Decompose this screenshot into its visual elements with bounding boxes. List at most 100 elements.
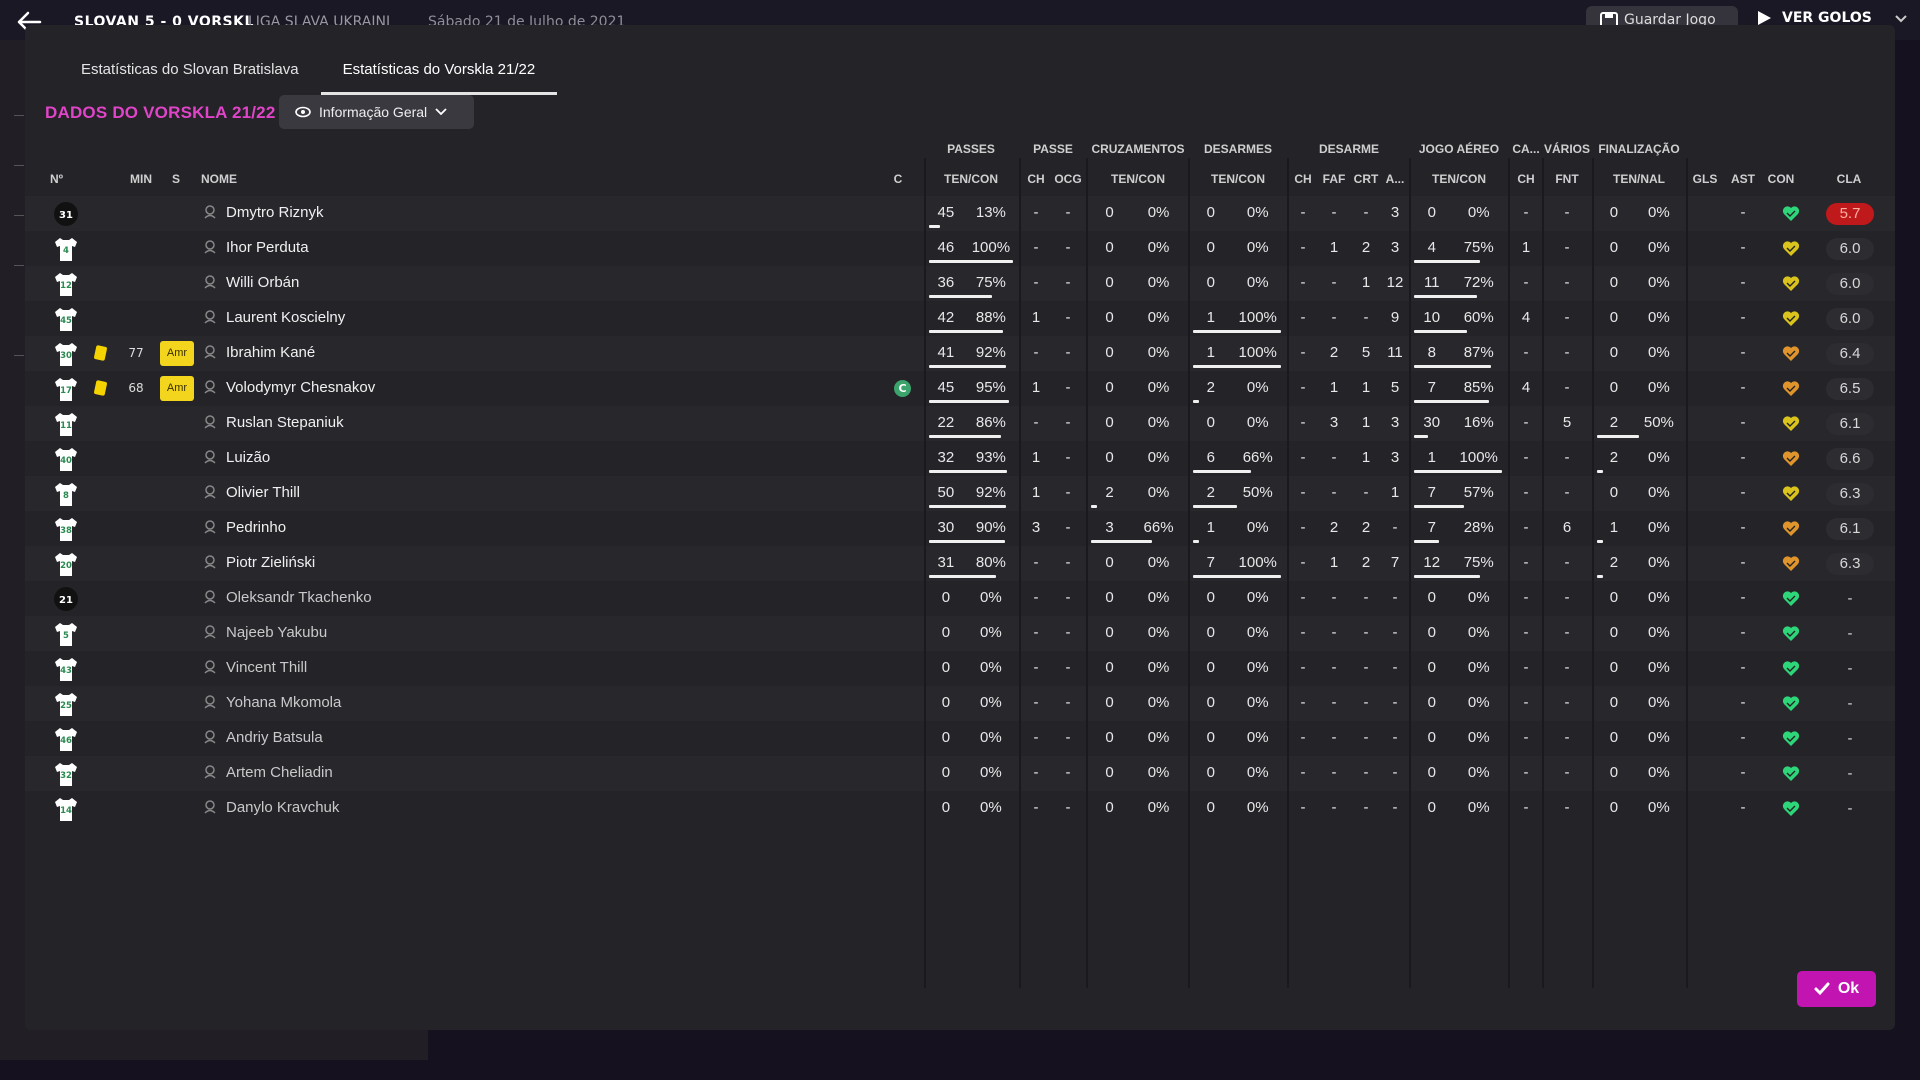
col-clearances[interactable]: A... (1381, 172, 1409, 186)
crosses-value: 3 (1105, 519, 1114, 536)
aerial-bar (1414, 435, 1429, 438)
col-name[interactable]: NOME (201, 172, 261, 186)
table-row[interactable]: 14 Danylo Kravchuk 0 0% - - 0 0% 0 0% - - - - 0 0% - - 0 0%… (25, 791, 1895, 826)
cards-ch: - (1523, 484, 1529, 501)
player-name[interactable]: Vincent Thill (226, 659, 307, 676)
table-row[interactable]: 8 Olivier Thill 50 92% 1 - 2 0% 2 50% - - - 1 7 57% - - 0 0… (25, 476, 1895, 511)
aerial-value: 0 (1427, 694, 1436, 711)
crosses-value: 0 (1105, 449, 1114, 466)
tab-vorskla-stats[interactable]: Estatísticas do Vorskla 21/22 (320, 57, 558, 95)
player-name[interactable]: Ihor Perduta (226, 239, 309, 256)
tab-slovan-stats[interactable]: Estatísticas do Slovan Bratislava (59, 57, 321, 95)
col-rating[interactable]: CLA (1825, 172, 1873, 186)
passes-bar (929, 260, 1013, 263)
check-icon (1814, 982, 1830, 996)
col-cards-ch[interactable]: CH (1509, 172, 1543, 186)
player-name[interactable]: Najeeb Yakubu (226, 624, 327, 641)
col-minutes[interactable]: MIN (121, 172, 161, 186)
col-interceptions[interactable]: CRT (1351, 172, 1381, 186)
ok-button[interactable]: Ok (1797, 971, 1876, 1007)
table-row[interactable]: 43 Vincent Thill 0 0% - - 0 0% 0 0% - - - - 0 0% - - 0 0% - - (25, 651, 1895, 686)
table-row[interactable]: 17 68 Amr Volodymyr Chesnakov C 45 95% 1-0 0% 2 0%… (25, 371, 1895, 406)
table-row[interactable]: 5 Najeeb Yakubu 0 0% - - 0 0% 0 0% - - - - 0 0% - - 0 0% - - (25, 616, 1895, 651)
table-row[interactable]: 40 Luizão 32 93% 1 - 0 0% 6 66% - - 1 3 1 100% - - 2 0% - 6.6 (25, 441, 1895, 476)
group-tackles: DESARMES (1203, 142, 1272, 156)
interceptions: 1 (1361, 379, 1371, 396)
offsides: - (1564, 449, 1570, 466)
player-name[interactable]: Danylo Kravchuk (226, 799, 339, 816)
condition-heart-icon (1782, 696, 1800, 711)
table-row[interactable]: 46 Andriy Batsula 0 0% - - 0 0% 0 0% - - - - 0 0% - - 0 0% -… (25, 721, 1895, 756)
col-sub[interactable]: S (165, 172, 187, 186)
table-row[interactable]: 21 Oleksandr Tkachenko 0 0% - - 0 0% 0 0% - - - - 0 0% -… (25, 581, 1895, 616)
table-row[interactable]: 11 Ruslan Stepaniuk 22 86% - - 0 0% 0 0% - 3 1 3 30 16%… (25, 406, 1895, 441)
finishing-value: 0 (1609, 694, 1619, 711)
table-row[interactable]: 20 Piotr Zieliński 31 80% - -0 0% 7 100% -1 2 7 12 75… (25, 546, 1895, 581)
player-name[interactable]: Laurent Koscielny (226, 309, 345, 326)
table-row[interactable]: 4 Ihor Perduta 46 100% - - 0 0% 0 0% - 1 2 3 4 75% 1 - 0 0%… (25, 231, 1895, 266)
see-goals-button[interactable]: VER GOLOS (1756, 10, 1872, 26)
col-aerial-att-comp[interactable]: TEN/CON (1410, 172, 1508, 186)
finishing-value: 0 (1609, 274, 1619, 291)
table-row[interactable]: 45 Laurent Koscielny 42 88% 1-0 0% 1 100% - - -9 10… (25, 301, 1895, 336)
crosses-value: 0 (1105, 379, 1114, 396)
svg-text:30: 30 (60, 351, 72, 361)
col-key-passes[interactable]: CH (1021, 172, 1051, 186)
player-name[interactable]: Piotr Zieliński (226, 554, 315, 571)
player-name[interactable]: Ibrahim Kané (226, 344, 315, 361)
passes-percent: 95% (975, 379, 1006, 396)
fouls: - (1331, 799, 1337, 816)
player-name[interactable]: Dmytro Riznyk (226, 204, 324, 221)
col-captain[interactable]: C (887, 172, 909, 186)
col-goals[interactable]: GLS (1687, 172, 1723, 186)
player-name[interactable]: Willi Orbán (226, 274, 299, 291)
col-chances-created[interactable]: OCG (1051, 172, 1085, 186)
passes-bar (929, 330, 1003, 333)
aerial-percent: 87% (1463, 344, 1494, 361)
col-tackles-att-comp[interactable]: TEN/CON (1189, 172, 1287, 186)
passes-percent: 0% (980, 694, 1002, 711)
player-name[interactable]: Andriy Batsula (226, 729, 323, 746)
finishing-percent: 50% (1643, 414, 1674, 431)
col-offsides[interactable]: FNT (1543, 172, 1591, 186)
table-row[interactable]: 31 Dmytro Riznyk 45 13% - - 0 0% 0 0% - - - 3 0 0% - - 0 0%… (25, 196, 1895, 231)
table-row[interactable]: 32 Artem Cheliadin 0 0% - - 0 0% 0 0% - - - - 0 0% - - 0 0%… (25, 756, 1895, 791)
col-condition[interactable]: CON (1763, 172, 1799, 186)
player-name[interactable]: Yohana Mkomola (226, 694, 341, 711)
table-row[interactable]: 38 Pedrinho 30 90% 3 - 3 66% 1 0% - 2 2 - 7 28% - 6 1 0% - 6.… (25, 511, 1895, 546)
tackles-percent: 50% (1242, 484, 1273, 501)
view-dropdown[interactable]: Informação Geral (279, 95, 474, 129)
chances: - (1065, 554, 1071, 571)
col-assists[interactable]: AST (1725, 172, 1761, 186)
finishing-percent: 0% (1648, 309, 1670, 326)
player-name[interactable]: Oleksandr Tkachenko (226, 589, 372, 606)
col-shots-on-target[interactable]: TEN/NAL (1593, 172, 1685, 186)
col-crosses-att-comp[interactable]: TEN/CON (1087, 172, 1189, 186)
chevron-down-icon (435, 108, 447, 116)
tackles-value: 1 (1206, 344, 1215, 361)
col-tackle-ch[interactable]: CH (1289, 172, 1317, 186)
svg-text:12: 12 (60, 281, 72, 291)
table-row[interactable]: 12 Willi Orbán 36 75% - - 0 0% 0 0% - - 1 12 11 72% - - 0 0… (25, 266, 1895, 301)
passes-bar (929, 400, 1009, 403)
player-name[interactable]: Artem Cheliadin (226, 764, 333, 781)
player-name[interactable]: Volodymyr Chesnakov (226, 379, 375, 396)
player-name[interactable]: Luizão (226, 449, 270, 466)
tackle-ch: - (1300, 764, 1306, 781)
crosses-percent: 0% (1147, 484, 1170, 501)
assists: - (1740, 204, 1746, 221)
crosses-percent: 0% (1147, 589, 1170, 606)
offsides: 6 (1562, 519, 1572, 536)
player-name[interactable]: Ruslan Stepaniuk (226, 414, 344, 431)
chevron-down-icon[interactable] (1894, 14, 1908, 24)
col-fouls[interactable]: FAF (1317, 172, 1351, 186)
col-passes-att-comp[interactable]: TEN/CON (925, 172, 1017, 186)
divider (14, 265, 24, 266)
col-number[interactable]: Nº (50, 172, 80, 186)
offsides: - (1564, 624, 1570, 641)
table-row[interactable]: 25 Yohana Mkomola 0 0% - - 0 0% 0 0% - - - - 0 0% - - 0 0% -… (25, 686, 1895, 721)
finishing-percent: 0% (1648, 799, 1670, 816)
table-row[interactable]: 30 77 Amr Ibrahim Kané 41 92% - - 0 0% 1 100% - 2 5 11 8… (25, 336, 1895, 371)
player-name[interactable]: Pedrinho (226, 519, 286, 536)
player-name[interactable]: Olivier Thill (226, 484, 300, 501)
